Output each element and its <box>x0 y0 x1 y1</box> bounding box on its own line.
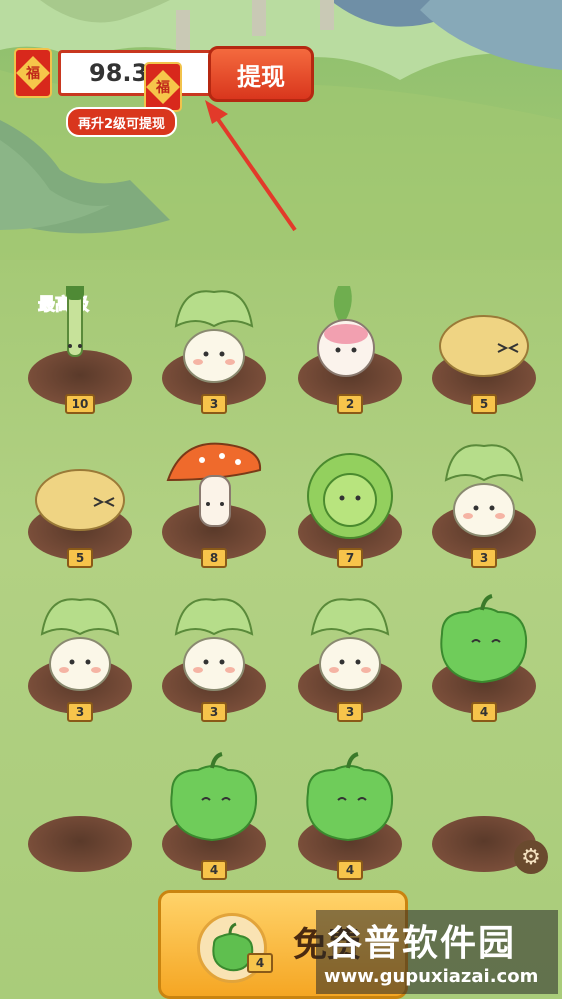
fu-envelope-icon: 福 <box>14 48 52 98</box>
soil-hole <box>28 816 132 872</box>
mushroom-crop-icon[interactable] <box>162 440 266 540</box>
crop-level-badge: 3 <box>67 702 93 722</box>
balance-bar: 98.31 福 福 <box>14 48 218 112</box>
bok-choy-crop-icon[interactable] <box>298 594 402 694</box>
bok-choy-crop-icon[interactable] <box>162 594 266 694</box>
crop-level-badge: 5 <box>67 548 93 568</box>
fu-envelope-icon[interactable]: 福 <box>144 62 182 112</box>
crop-level-badge: 7 <box>337 548 363 568</box>
farm-plot[interactable] <box>28 812 132 872</box>
level-tip-badge: 再升2级可提现 <box>66 107 178 137</box>
withdraw-button[interactable]: 提现 <box>208 46 314 102</box>
balance-value: 98.31 <box>58 50 218 96</box>
crop-level-badge: 3 <box>337 702 363 722</box>
pepper-crop-icon[interactable] <box>298 752 402 852</box>
crop-level-badge: 5 <box>471 394 497 414</box>
leek-crop-icon[interactable] <box>28 286 132 386</box>
site-watermark: 谷普软件园 www.gupuxiazai.com <box>316 910 558 994</box>
crop-level-badge: 2 <box>337 394 363 414</box>
crop-level-badge: 3 <box>201 702 227 722</box>
crop-level-badge: 4 <box>471 702 497 722</box>
bok-choy-crop-icon[interactable] <box>28 594 132 694</box>
crop-level-badge: 4 <box>201 860 227 880</box>
bok-choy-crop-icon[interactable] <box>432 440 536 540</box>
crop-level-badge: 10 <box>65 394 95 414</box>
crop-level-badge: 3 <box>201 394 227 414</box>
watermark-title: 谷普软件园 <box>326 923 517 964</box>
pepper-crop-icon[interactable] <box>162 752 266 852</box>
crop-level-badge: 8 <box>201 548 227 568</box>
buy-level-badge: 4 <box>247 953 273 973</box>
crop-level-badge: 4 <box>337 860 363 880</box>
potato-crop-icon[interactable] <box>28 440 132 540</box>
cabbage-crop-icon[interactable] <box>298 440 402 540</box>
watermark-url: www.gupuxiazai.com <box>324 966 539 987</box>
potato-crop-icon[interactable] <box>432 286 536 386</box>
crop-level-badge: 3 <box>471 548 497 568</box>
bok-choy-crop-icon[interactable] <box>162 286 266 386</box>
pepper-crop-icon[interactable] <box>432 594 536 694</box>
settings-gear-icon[interactable]: ⚙ <box>514 840 548 874</box>
radish-crop-icon[interactable] <box>298 286 402 386</box>
